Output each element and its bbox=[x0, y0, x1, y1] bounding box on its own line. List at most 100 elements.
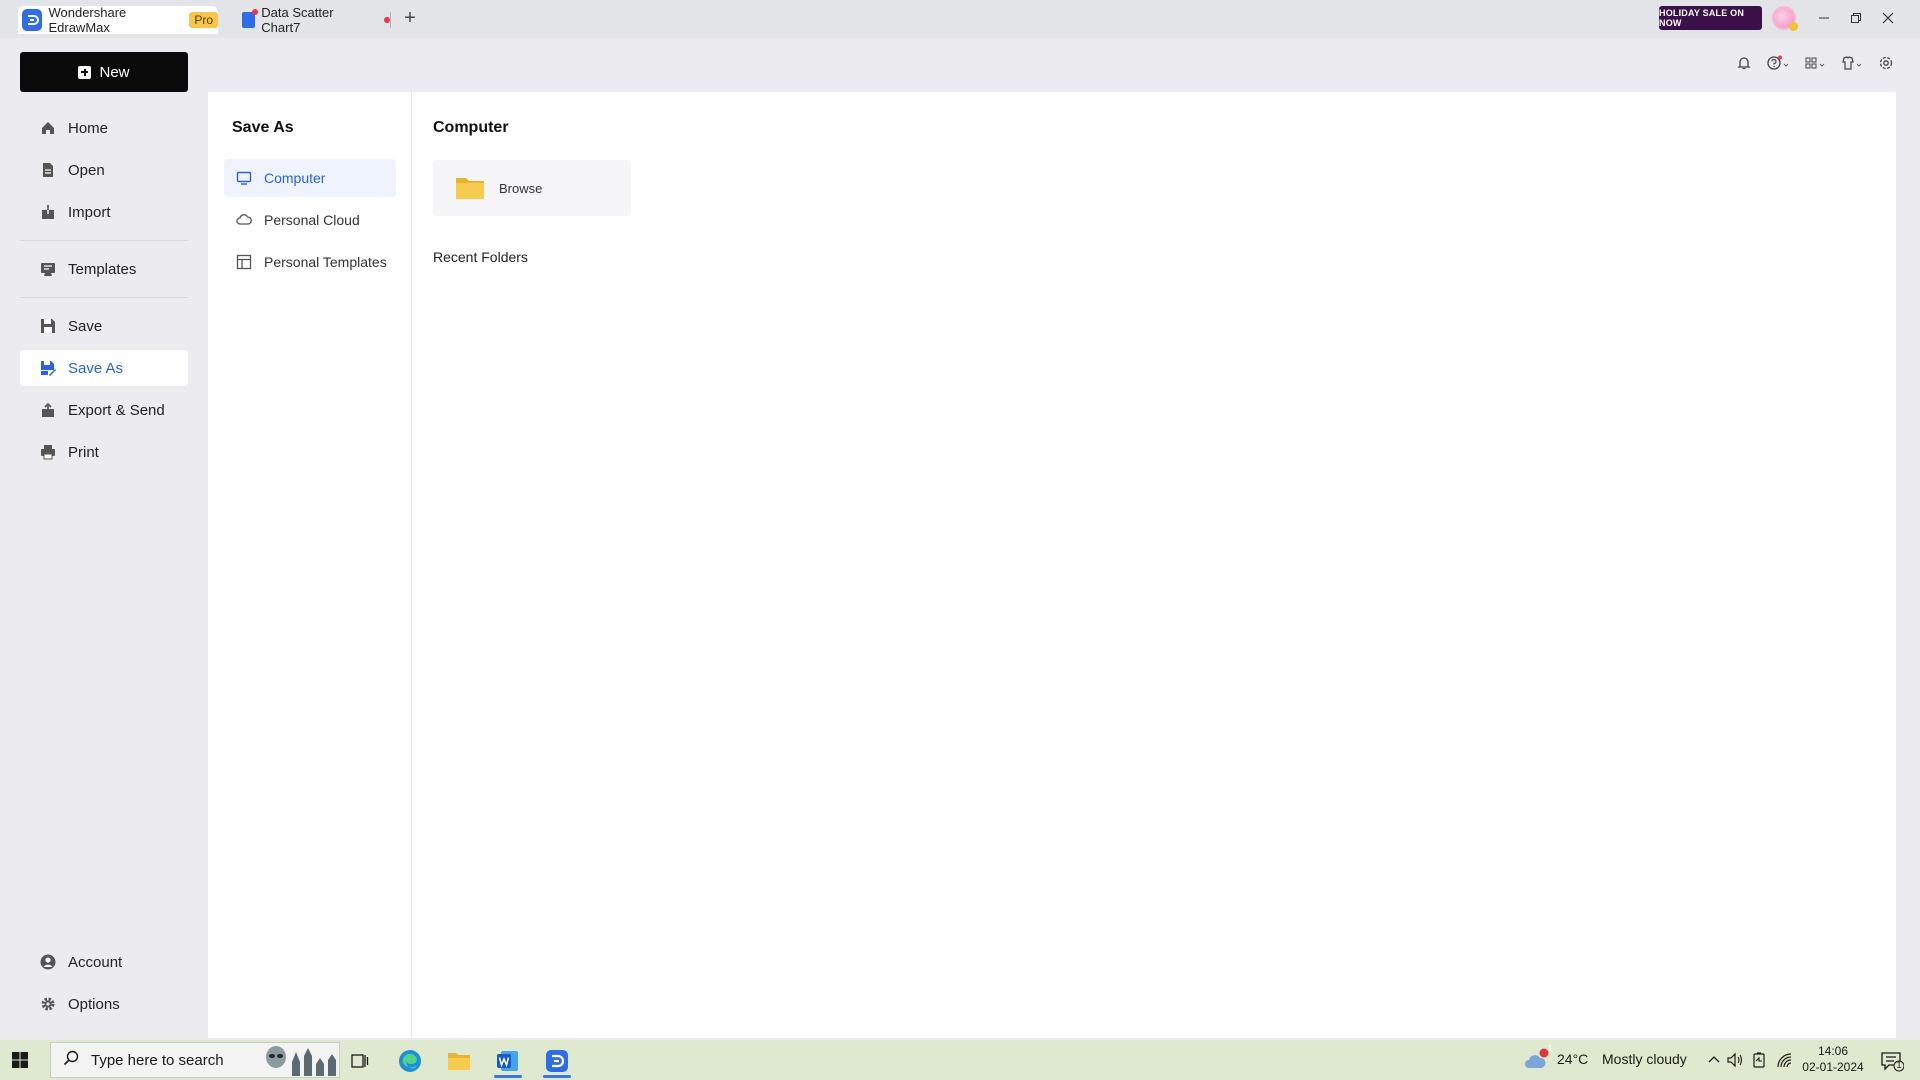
sidebar-item-label: Home bbox=[68, 119, 109, 137]
gear-icon bbox=[40, 996, 56, 1012]
apps-button[interactable] bbox=[1804, 54, 1830, 72]
home-icon bbox=[40, 120, 56, 136]
task-view-button[interactable] bbox=[340, 1044, 380, 1078]
file-explorer-icon bbox=[448, 1053, 470, 1070]
help-icon bbox=[1767, 55, 1789, 70]
sidebar-item-account[interactable]: Account bbox=[20, 944, 188, 980]
wifi-icon bbox=[1777, 1053, 1792, 1068]
network-button[interactable] bbox=[1776, 1052, 1796, 1068]
sidebar-item-save-as[interactable]: Save As bbox=[20, 350, 188, 386]
location-label: Personal Templates bbox=[264, 254, 387, 270]
restore-button[interactable] bbox=[1842, 6, 1870, 30]
user-icon bbox=[40, 954, 56, 970]
recent-folders-label: Recent Folders bbox=[433, 249, 528, 265]
taskbar-edrawmax[interactable] bbox=[537, 1044, 577, 1078]
sidebar-item-label: Print bbox=[68, 443, 99, 461]
location-personal-templates[interactable]: Personal Templates bbox=[224, 243, 396, 281]
edge-browser-icon bbox=[399, 1050, 421, 1072]
sidebar-item-print[interactable]: Print bbox=[20, 434, 188, 470]
sidebar-item-label: Save As bbox=[68, 359, 124, 377]
sidebar-item-templates[interactable]: Templates bbox=[20, 251, 188, 287]
sidebar-item-save[interactable]: Save bbox=[20, 308, 188, 344]
weather-temperature[interactable]: 24°C bbox=[1557, 1051, 1588, 1067]
browse-label: Browse bbox=[499, 180, 543, 196]
app-tab-title: Wondershare EdrawMax bbox=[48, 5, 127, 35]
new-button-label: New bbox=[99, 63, 130, 81]
sidebar-item-label: Open bbox=[68, 161, 105, 179]
clock-time: 14:06 bbox=[1817, 1044, 1849, 1058]
weather-alert-badge: 1 bbox=[1547, 1043, 1553, 1053]
search-placeholder: Type here to search bbox=[91, 1051, 224, 1069]
tab-document[interactable]: Data Scatter Chart7 bbox=[240, 5, 390, 35]
speaker-icon bbox=[1727, 1052, 1743, 1068]
theme-shirt-icon bbox=[1842, 56, 1862, 70]
shirt-theme-button[interactable] bbox=[1840, 54, 1866, 72]
chevron-up-icon bbox=[1708, 1056, 1720, 1063]
save-icon bbox=[40, 318, 56, 334]
windows-logo-icon bbox=[12, 1052, 28, 1068]
monitor-icon bbox=[236, 170, 252, 186]
templates-icon bbox=[40, 261, 56, 277]
minimize-icon bbox=[1819, 17, 1829, 19]
taskbar-edge[interactable] bbox=[390, 1044, 430, 1078]
edrawmax-icon bbox=[546, 1050, 568, 1072]
cloud-icon bbox=[236, 212, 252, 228]
gear-icon bbox=[1879, 56, 1893, 70]
weather-description[interactable]: Mostly cloudy bbox=[1602, 1051, 1687, 1067]
new-button[interactable]: New bbox=[20, 52, 188, 92]
holiday-sale-banner[interactable]: HOLIDAY SALE ON NOW bbox=[1659, 6, 1762, 30]
word-icon bbox=[497, 1051, 518, 1071]
close-button[interactable] bbox=[1874, 6, 1902, 30]
sidebar-item-label: Export & Send bbox=[68, 401, 165, 419]
notification-bell-button[interactable] bbox=[1736, 54, 1752, 72]
browse-button[interactable]: Browse bbox=[433, 160, 631, 216]
location-personal-cloud[interactable]: Personal Cloud bbox=[224, 201, 396, 239]
tab-app-home[interactable]: Wondershare EdrawMax Pro bbox=[18, 5, 218, 35]
document-icon bbox=[242, 9, 259, 28]
battery-icon bbox=[1753, 1052, 1765, 1068]
sidebar-item-label: Templates bbox=[68, 260, 137, 278]
nav-divider bbox=[20, 240, 188, 241]
settings-button[interactable] bbox=[1878, 54, 1894, 72]
sidebar-item-home[interactable]: Home bbox=[20, 110, 188, 146]
volume-button[interactable] bbox=[1726, 1052, 1746, 1068]
sidebar-item-options[interactable]: Options bbox=[20, 986, 188, 1022]
system-clock[interactable]: 14:06 02-01-2024 bbox=[1800, 1043, 1866, 1075]
minimize-button[interactable] bbox=[1810, 6, 1838, 30]
folder-icon bbox=[455, 174, 485, 203]
title-bar: Wondershare EdrawMax Pro Data Scatter Ch… bbox=[0, 0, 1920, 38]
search-icon bbox=[63, 1050, 79, 1070]
show-hidden-icons-button[interactable] bbox=[1706, 1052, 1726, 1068]
file-icon bbox=[40, 162, 56, 178]
pro-badge: Pro bbox=[189, 12, 218, 28]
location-label: Computer bbox=[264, 170, 326, 186]
restore-icon bbox=[1851, 13, 1861, 23]
battery-button[interactable] bbox=[1751, 1052, 1771, 1068]
search-highlight-illustration bbox=[262, 1042, 338, 1076]
sidebar-item-label: Account bbox=[68, 953, 123, 971]
main-panel: Save As Computer Personal Cloud Personal… bbox=[208, 92, 1896, 1038]
sidebar-item-import[interactable]: Import bbox=[20, 194, 188, 230]
location-label: Personal Cloud bbox=[264, 212, 360, 228]
clock-date: 02-01-2024 bbox=[1802, 1060, 1864, 1074]
print-icon bbox=[40, 444, 56, 460]
save-as-icon bbox=[40, 360, 56, 376]
sidebar-item-export-send[interactable]: Export & Send bbox=[20, 392, 188, 428]
start-button[interactable] bbox=[10, 1050, 36, 1070]
taskbar-word[interactable] bbox=[488, 1044, 528, 1078]
edrawmax-logo-icon bbox=[22, 9, 43, 31]
sidebar-item-label: Save bbox=[68, 317, 103, 335]
user-avatar[interactable] bbox=[1772, 6, 1798, 31]
plus-icon bbox=[78, 65, 92, 79]
import-icon bbox=[40, 204, 56, 220]
template-layout-icon bbox=[236, 254, 252, 270]
taskbar-file-explorer[interactable] bbox=[439, 1044, 479, 1078]
help-button[interactable] bbox=[1766, 54, 1794, 72]
task-view-icon bbox=[351, 1054, 369, 1068]
bell-icon bbox=[1737, 57, 1751, 70]
action-center-button[interactable]: 1 bbox=[1880, 1050, 1906, 1072]
sidebar-item-open[interactable]: Open bbox=[20, 152, 188, 188]
tab-separator bbox=[390, 12, 391, 28]
location-computer[interactable]: Computer bbox=[224, 159, 396, 197]
add-tab-button[interactable]: + bbox=[400, 8, 420, 30]
